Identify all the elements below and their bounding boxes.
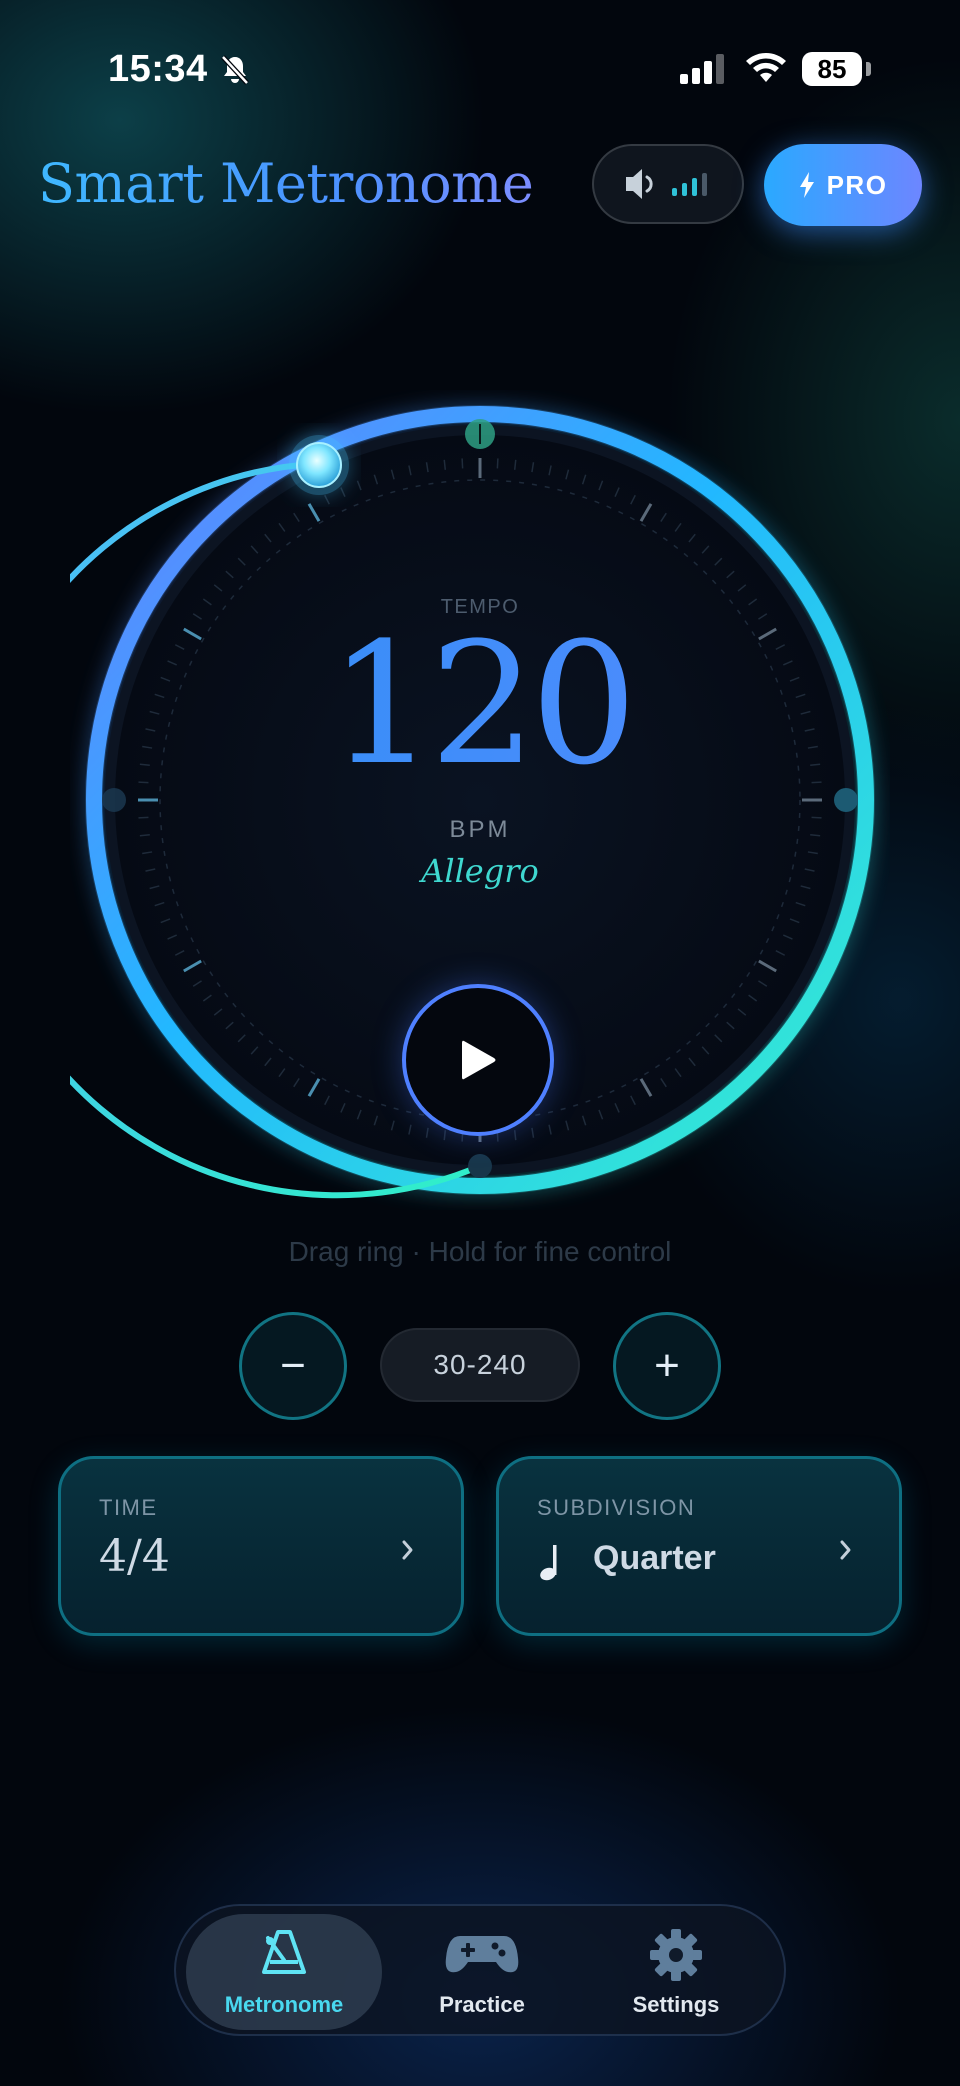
minor-tick	[461, 458, 464, 469]
cellular-signal-icon	[680, 54, 724, 84]
battery-nub	[866, 62, 871, 76]
bell-slash-icon	[221, 55, 249, 85]
play-button[interactable]	[402, 984, 554, 1136]
chevron-right-icon	[402, 1540, 413, 1560]
wifi-icon	[746, 53, 786, 82]
minor-tick	[443, 459, 447, 470]
time-signature-label: TIME	[99, 1495, 158, 1520]
lightning-icon	[799, 172, 814, 198]
quarter-note-icon	[540, 1545, 557, 1581]
minor-tick	[513, 1130, 517, 1141]
gamepad-icon	[445, 1936, 519, 1973]
pro-label: PRO	[826, 169, 888, 200]
tab-settings[interactable]: Settings	[578, 1914, 774, 2030]
increase-bpm-button[interactable]: +	[613, 1312, 721, 1420]
dial-hint: Drag ring · Hold for fine control	[288, 1236, 672, 1267]
minus-icon: −	[280, 1341, 306, 1390]
tab-metronome[interactable]: Metronome	[186, 1914, 382, 2030]
minor-tick	[496, 458, 499, 469]
dial-drag-knob[interactable]	[296, 442, 342, 488]
bpm-value: 120	[0, 614, 960, 794]
chevron-right-icon	[840, 1540, 851, 1560]
tab-settings-label: Settings	[632, 1992, 720, 2017]
speaker-icon	[626, 169, 707, 199]
tab-practice-label: Practice	[439, 1992, 525, 2017]
tempo-name: Allegro	[421, 852, 539, 890]
subdivision-card[interactable]: SUBDIVISION Quarter	[496, 1456, 902, 1636]
battery-icon: 85	[802, 52, 862, 86]
time-signature-value: 4/4	[99, 1531, 170, 1582]
app-title: Smart Metronome	[38, 152, 534, 215]
status-time: 15:34	[108, 48, 208, 90]
volume-button[interactable]	[592, 144, 744, 224]
volume-level-bars	[672, 173, 707, 196]
subdivision-label: SUBDIVISION	[537, 1495, 696, 1520]
pro-button[interactable]: PRO	[764, 144, 922, 226]
play-icon	[462, 1040, 496, 1080]
bottom-tab-bar: Metronome Practice Settings	[174, 1904, 786, 2036]
gear-icon	[650, 1929, 702, 1981]
time-signature-card[interactable]: TIME 4/4	[58, 1456, 464, 1636]
bpm-range-pill: 30-240	[380, 1328, 580, 1402]
minor-tick	[513, 459, 517, 470]
decrease-bpm-button[interactable]: −	[239, 1312, 347, 1420]
subdivision-value: Quarter	[593, 1539, 716, 1577]
minor-tick	[443, 1130, 447, 1141]
dial-marker-bottom	[468, 1154, 492, 1178]
metronome-icon	[262, 1930, 306, 1974]
metronome-screen: 15:34 85 Smart Metronome PRO TEMPO 120 B…	[0, 0, 960, 2086]
plus-icon: +	[654, 1341, 680, 1390]
bpm-unit: BPM	[449, 816, 511, 843]
tab-metronome-label: Metronome	[224, 1992, 344, 2017]
tab-practice[interactable]: Practice	[384, 1914, 580, 2030]
